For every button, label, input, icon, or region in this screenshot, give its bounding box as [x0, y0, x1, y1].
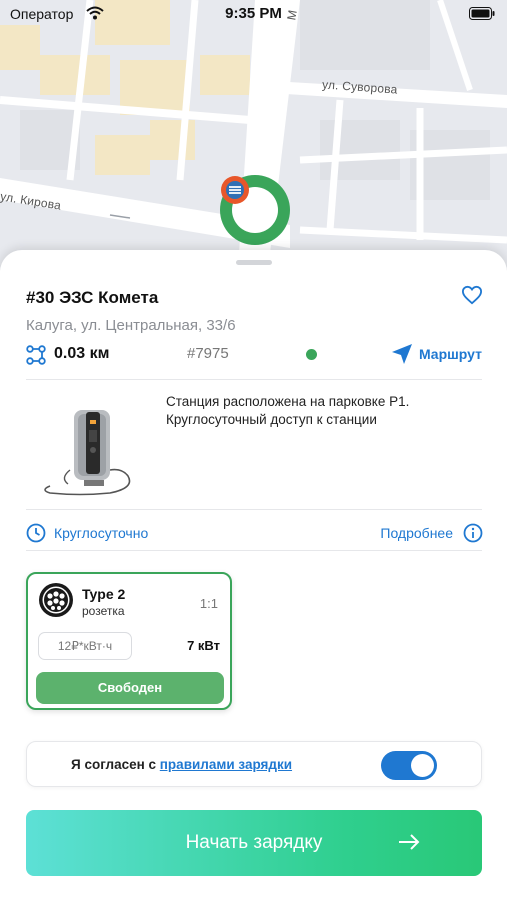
more-details-label: Подробнее	[380, 525, 453, 541]
status-time: 9:35 PM	[225, 5, 282, 22]
working-hours-text: Круглосуточно	[54, 525, 149, 541]
station-map-pin[interactable]	[220, 175, 290, 245]
divider-middle	[26, 509, 482, 510]
connector-card[interactable]: Type 2 розетка 1:1 12₽*кВт·ч 7 кВт Свобо…	[26, 572, 232, 710]
route-button[interactable]: Маршрут	[391, 343, 482, 365]
favorite-heart-icon[interactable]	[461, 285, 483, 310]
connector-price: 12₽*кВт·ч	[38, 632, 132, 660]
divider-bottom	[26, 550, 482, 551]
distance-row: 0.03 км #7975 Маршрут	[26, 343, 482, 367]
clock-icon	[26, 523, 46, 543]
battery-icon	[469, 7, 495, 23]
route-distance-icon	[26, 345, 46, 370]
station-title: #30 ЭЗС Комета	[26, 288, 159, 307]
connector-ratio: 1:1	[199, 596, 218, 611]
more-details-button[interactable]: Подробнее	[380, 523, 483, 543]
start-charging-button[interactable]: Начать зарядку	[26, 810, 482, 876]
arrow-right-icon	[398, 833, 420, 857]
working-hours: Круглосуточно	[26, 523, 148, 543]
connector-type: Type 2	[82, 586, 126, 602]
charger-image	[40, 398, 140, 498]
divider-top	[26, 379, 482, 380]
station-description: Станция расположена на парковке Р1. Круг…	[166, 394, 410, 427]
status-bar: Оператор 9:35 PM	[0, 0, 507, 30]
agreement-prefix: Я согласен с	[71, 757, 157, 772]
station-status-dot	[306, 349, 317, 360]
station-pin-logo	[221, 176, 278, 233]
connector-status-button[interactable]: Свободен	[36, 672, 224, 704]
navigation-arrow-icon	[391, 344, 412, 364]
distance-value: 0.03 км	[54, 345, 110, 362]
map-view[interactable]: ул. Суворова ул. Кирова М	[0, 0, 507, 270]
agreement-row: Я согласен с правилами зарядки	[26, 741, 482, 787]
connector-power: 7 кВт	[187, 638, 220, 653]
route-button-label: Маршрут	[418, 346, 482, 362]
station-address: Калуга, ул. Центральная, 33/6	[26, 317, 236, 334]
station-details-sheet: #30 ЭЗС Комета Калуга, ул. Центральная, …	[0, 250, 507, 900]
type2-connector-icon	[38, 582, 74, 623]
station-id: #7975	[187, 345, 229, 362]
brand-logo-icon	[221, 176, 249, 204]
sheet-grabber[interactable]	[236, 260, 272, 265]
toggle-knob	[411, 754, 434, 777]
agreement-text: Я согласен с правилами зарядки	[71, 757, 292, 772]
connector-subtype: розетка	[82, 604, 125, 618]
agreement-toggle[interactable]	[381, 751, 437, 780]
charging-rules-link[interactable]: правилами зарядки	[160, 757, 292, 772]
info-icon	[463, 523, 483, 543]
